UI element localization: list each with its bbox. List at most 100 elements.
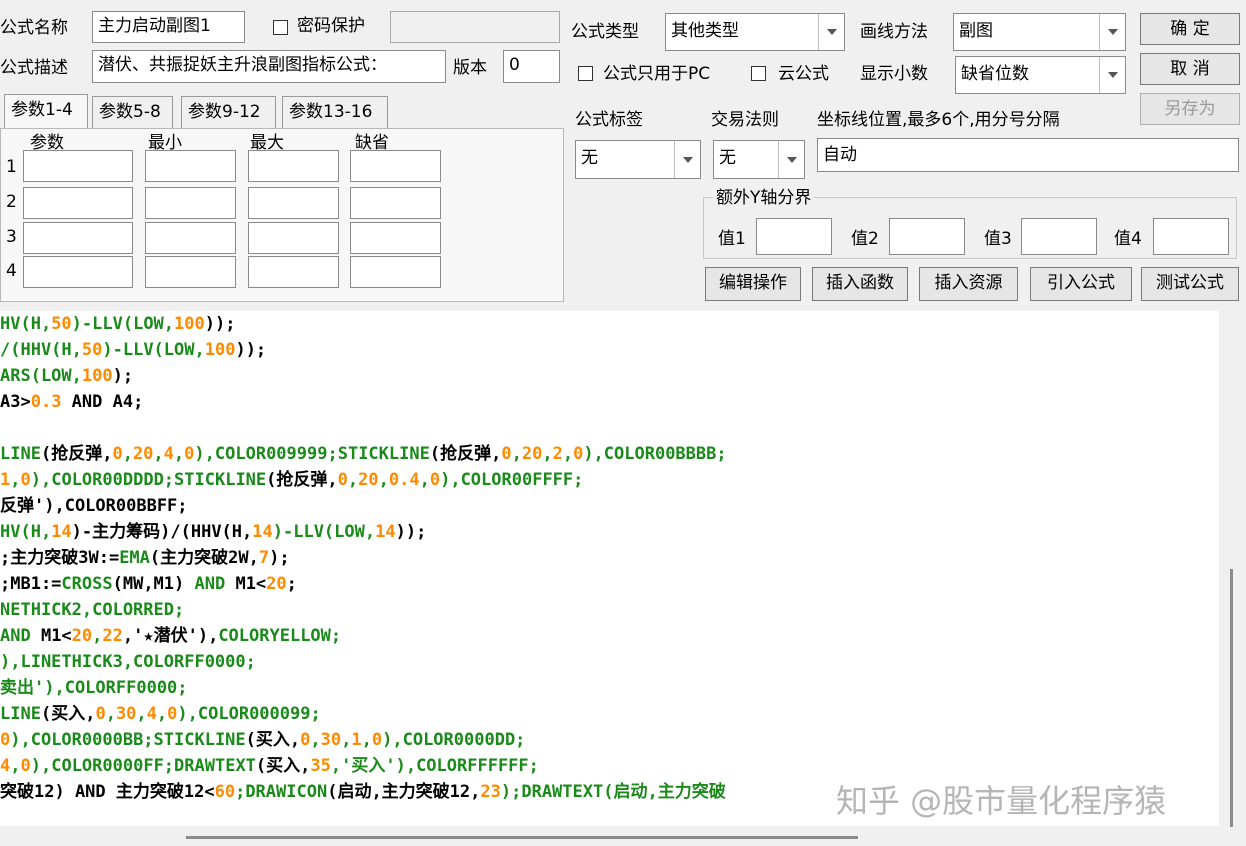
axis-position-input[interactable]: 自动: [817, 138, 1239, 172]
formula-type-select[interactable]: 其他类型: [665, 13, 845, 51]
chevron-down-icon[interactable]: [1099, 14, 1125, 50]
code-token: 30: [115, 704, 137, 724]
param-3-max-input[interactable]: [248, 222, 339, 254]
decimal-select[interactable]: 缺省位数: [955, 56, 1126, 94]
code-token: ),COLOR000099;: [177, 704, 321, 724]
code-token: LINE: [0, 704, 41, 724]
param-2-default-input[interactable]: [350, 187, 441, 219]
code-token: )-LLV(LOW,: [102, 340, 205, 360]
param-1-min-input[interactable]: [145, 150, 236, 182]
draw-method-select[interactable]: 副图: [953, 13, 1126, 51]
code-token: )-LLV(LOW,: [71, 314, 175, 334]
edit-operations-button[interactable]: 编辑操作: [705, 267, 801, 301]
param-1-max-input[interactable]: [248, 150, 339, 182]
value2-input[interactable]: [889, 218, 965, 255]
code-token: 0.3: [30, 392, 62, 412]
password-input[interactable]: [390, 11, 560, 43]
code-token: ),COLOR00BBBB;: [583, 444, 727, 464]
password-checkbox[interactable]: [273, 20, 288, 35]
code-line[interactable]: 1,0),COLOR00DDDD;STICKLINE(抢反弹,0,20,0.4,…: [0, 467, 1219, 493]
formula-tag-select[interactable]: 无: [575, 140, 701, 179]
code-token: 2: [552, 444, 563, 464]
code-token: AND A4;: [61, 392, 144, 412]
value1-input[interactable]: [756, 218, 832, 255]
code-token: EMA: [119, 548, 150, 568]
chevron-down-icon[interactable]: [1099, 57, 1125, 93]
horizontal-scrollbar[interactable]: [0, 826, 1219, 846]
vertical-scrollbar[interactable]: [1219, 311, 1246, 846]
code-token: /(HHV(H,: [0, 340, 82, 360]
code-line[interactable]: ARS(LOW,100);: [0, 363, 1219, 389]
param-4-max-input[interactable]: [248, 256, 339, 288]
chevron-down-icon[interactable]: [674, 141, 700, 178]
trade-rule-label: 交易法则: [711, 110, 779, 130]
code-line[interactable]: NETHICK2,COLORRED;: [0, 597, 1219, 623]
param-4-name-input[interactable]: [23, 256, 133, 288]
param-3-default-input[interactable]: [350, 222, 441, 254]
cloud-formula-checkbox[interactable]: [751, 66, 766, 81]
ok-button[interactable]: 确 定: [1140, 13, 1240, 45]
code-line[interactable]: LINE(抢反弹,0,20,4,0),COLOR009999;STICKLINE…: [0, 441, 1219, 467]
code-line[interactable]: /(HHV(H,50)-LLV(LOW,100));: [0, 337, 1219, 363]
param-4-default-input[interactable]: [350, 256, 441, 288]
pc-only-checkbox[interactable]: [578, 66, 593, 81]
param-1-name-input[interactable]: [23, 150, 133, 182]
code-line[interactable]: [0, 415, 1219, 441]
formula-name-input[interactable]: 主力启动副图1: [92, 11, 245, 43]
code-token: AND: [194, 574, 226, 594]
import-formula-button[interactable]: 引入公式: [1030, 267, 1132, 301]
formula-name-label: 公式名称: [0, 18, 68, 38]
code-token: STICKLINE: [337, 444, 430, 464]
param-2-max-input[interactable]: [248, 187, 339, 219]
code-line[interactable]: AND M1<20,22,'★潜伏'),COLORYELLOW;: [0, 623, 1219, 649]
horizontal-scroll-thumb[interactable]: [186, 836, 858, 839]
tab-params-1-4[interactable]: 参数1-4: [4, 94, 88, 128]
insert-resource-button[interactable]: 插入资源: [919, 267, 1018, 301]
code-line[interactable]: HV(H,50)-LLV(LOW,100));: [0, 311, 1219, 337]
code-line[interactable]: ;MB1:=CROSS(MW,M1) AND M1<20;: [0, 571, 1219, 597]
insert-function-button[interactable]: 插入函数: [812, 267, 908, 301]
vertical-scroll-thumb[interactable]: [1230, 569, 1233, 827]
tab-params-13-16[interactable]: 参数13-16: [282, 96, 388, 128]
password-label: 密码保护: [297, 16, 365, 36]
code-line[interactable]: ),LINETHICK3,COLORFF0000;: [0, 649, 1219, 675]
code-token: 7: [258, 548, 270, 568]
param-2-name-input[interactable]: [23, 187, 133, 219]
cancel-button[interactable]: 取 消: [1140, 53, 1240, 85]
tab-params-9-12[interactable]: 参数9-12: [181, 96, 276, 128]
code-token: 50: [81, 340, 103, 360]
version-input[interactable]: 0: [503, 50, 560, 83]
param-3-name-input[interactable]: [23, 222, 133, 254]
code-line[interactable]: A3>0.3 AND A4;: [0, 389, 1219, 415]
tab-params-5-8[interactable]: 参数5-8: [92, 96, 173, 128]
code-line[interactable]: 反弹'),COLOR00BBFF;: [0, 493, 1219, 519]
value3-input[interactable]: [1021, 218, 1097, 255]
code-token: ));: [395, 522, 427, 542]
code-editor[interactable]: HV(H,50)-LLV(LOW,100));/(HHV(H,50)-LLV(L…: [0, 311, 1219, 826]
formula-desc-input[interactable]: 潜伏、共振捉妖主升浪副图指标公式：: [92, 50, 446, 83]
trade-rule-select[interactable]: 无: [713, 140, 805, 179]
value4-input[interactable]: [1153, 218, 1229, 255]
chevron-down-icon[interactable]: [818, 14, 844, 50]
code-line[interactable]: HV(H,14)-主力筹码)/(HHV(H,14)-LLV(LOW,14));: [0, 519, 1219, 545]
param-1-default-input[interactable]: [350, 150, 441, 182]
code-token: 0: [95, 704, 106, 724]
code-line[interactable]: ;主力突破3W:=EMA(主力突破2W,7);: [0, 545, 1219, 571]
code-token: ));: [204, 314, 236, 334]
value1-label: 值1: [718, 229, 746, 249]
param-row-number: 1: [6, 157, 17, 177]
code-token: 4: [146, 704, 157, 724]
param-3-min-input[interactable]: [145, 222, 236, 254]
param-4-min-input[interactable]: [145, 256, 236, 288]
save-as-button[interactable]: 另存为: [1140, 93, 1240, 125]
code-line[interactable]: 0),COLOR0000BB;STICKLINE(买入,0,30,1,0),CO…: [0, 727, 1219, 753]
param-row-number: 4: [6, 261, 17, 281]
code-line[interactable]: 卖出'),COLORFF0000;: [0, 675, 1219, 701]
code-text[interactable]: HV(H,50)-LLV(LOW,100));/(HHV(H,50)-LLV(L…: [0, 311, 1219, 805]
code-line[interactable]: LINE(买入,0,30,4,0),COLOR000099;: [0, 701, 1219, 727]
param-2-min-input[interactable]: [145, 187, 236, 219]
code-token: ),COLOR009999;: [194, 444, 338, 464]
chevron-down-icon[interactable]: [778, 141, 804, 178]
code-token: 14: [252, 522, 273, 542]
test-formula-button[interactable]: 测试公式: [1141, 267, 1239, 301]
